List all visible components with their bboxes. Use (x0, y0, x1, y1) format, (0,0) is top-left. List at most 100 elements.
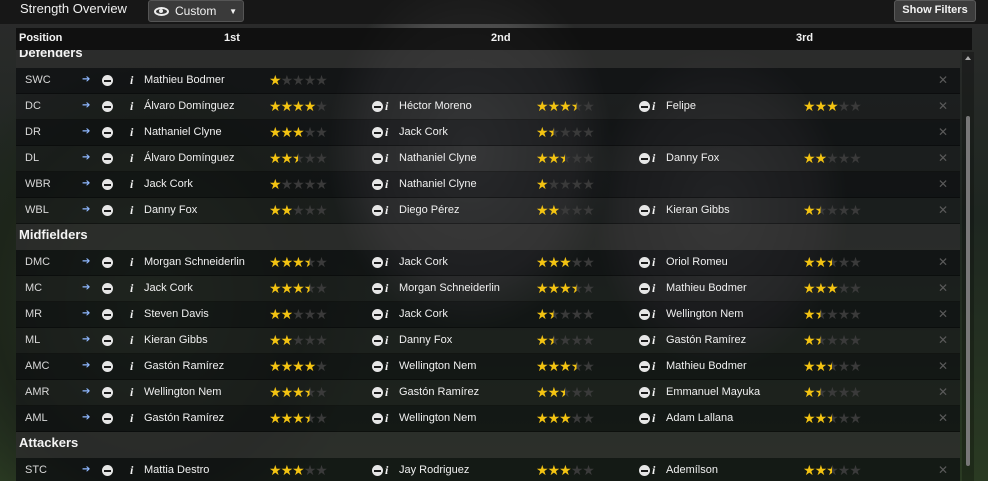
remove-icon[interactable] (102, 101, 113, 112)
go-to-arrow-icon[interactable]: ➔ (82, 256, 90, 267)
clear-icon[interactable]: ✕ (938, 73, 948, 87)
clear-icon[interactable]: ✕ (938, 359, 948, 373)
info-icon[interactable]: i (130, 333, 133, 348)
remove-icon[interactable] (639, 465, 650, 476)
go-to-arrow-icon[interactable]: ➔ (82, 334, 90, 345)
remove-icon[interactable] (102, 153, 113, 164)
info-icon[interactable]: i (130, 255, 133, 270)
player-name[interactable]: Kieran Gibbs (144, 334, 208, 346)
remove-icon[interactable] (639, 257, 650, 268)
view-dropdown[interactable]: Custom ▼ (148, 0, 244, 22)
remove-icon[interactable] (372, 335, 383, 346)
column-first[interactable]: 1st (224, 32, 240, 44)
info-icon[interactable]: i (652, 203, 655, 218)
go-to-arrow-icon[interactable]: ➔ (82, 74, 90, 85)
player-name[interactable]: Emmanuel Mayuka (666, 386, 760, 398)
column-third[interactable]: 3rd (796, 32, 813, 44)
remove-icon[interactable] (102, 127, 113, 138)
remove-icon[interactable] (102, 413, 113, 424)
player-name[interactable]: Gastón Ramírez (144, 412, 224, 424)
clear-icon[interactable]: ✕ (938, 281, 948, 295)
remove-icon[interactable] (372, 153, 383, 164)
remove-icon[interactable] (639, 205, 650, 216)
info-icon[interactable]: i (385, 151, 388, 166)
player-name[interactable]: Nathaniel Clyne (399, 178, 477, 190)
clear-icon[interactable]: ✕ (938, 385, 948, 399)
info-icon[interactable]: i (130, 307, 133, 322)
player-name[interactable]: Gastón Ramírez (666, 334, 746, 346)
player-name[interactable]: Nathaniel Clyne (144, 126, 222, 138)
info-icon[interactable]: i (385, 99, 388, 114)
clear-icon[interactable]: ✕ (938, 411, 948, 425)
info-icon[interactable]: i (130, 125, 133, 140)
remove-icon[interactable] (102, 465, 113, 476)
remove-icon[interactable] (102, 179, 113, 190)
player-name[interactable]: Adam Lallana (666, 412, 733, 424)
remove-icon[interactable] (372, 309, 383, 320)
remove-icon[interactable] (372, 179, 383, 190)
go-to-arrow-icon[interactable]: ➔ (82, 412, 90, 423)
info-icon[interactable]: i (130, 385, 133, 400)
remove-icon[interactable] (102, 309, 113, 320)
info-icon[interactable]: i (652, 411, 655, 426)
player-name[interactable]: Danny Fox (666, 152, 719, 164)
player-name[interactable]: Kieran Gibbs (666, 204, 730, 216)
info-icon[interactable]: i (652, 255, 655, 270)
player-name[interactable]: Felipe (666, 100, 696, 112)
player-name[interactable]: Jay Rodriguez (399, 464, 469, 476)
remove-icon[interactable] (102, 361, 113, 372)
info-icon[interactable]: i (652, 281, 655, 296)
remove-icon[interactable] (639, 283, 650, 294)
player-name[interactable]: Mathieu Bodmer (666, 360, 747, 372)
info-icon[interactable]: i (385, 333, 388, 348)
remove-icon[interactable] (639, 335, 650, 346)
player-name[interactable]: Wellington Nem (144, 386, 221, 398)
go-to-arrow-icon[interactable]: ➔ (82, 178, 90, 189)
remove-icon[interactable] (372, 387, 383, 398)
info-icon[interactable]: i (385, 463, 388, 478)
clear-icon[interactable]: ✕ (938, 125, 948, 139)
player-name[interactable]: Jack Cork (399, 256, 448, 268)
go-to-arrow-icon[interactable]: ➔ (82, 126, 90, 137)
info-icon[interactable]: i (652, 359, 655, 374)
clear-icon[interactable]: ✕ (938, 255, 948, 269)
info-icon[interactable]: i (385, 385, 388, 400)
info-icon[interactable]: i (130, 73, 133, 88)
player-name[interactable]: Jack Cork (399, 308, 448, 320)
info-icon[interactable]: i (385, 359, 388, 374)
player-name[interactable]: Héctor Moreno (399, 100, 472, 112)
go-to-arrow-icon[interactable]: ➔ (82, 360, 90, 371)
info-icon[interactable]: i (130, 463, 133, 478)
player-name[interactable]: Morgan Schneiderlin (399, 282, 500, 294)
vertical-scrollbar[interactable] (962, 52, 974, 481)
info-icon[interactable]: i (130, 359, 133, 374)
remove-icon[interactable] (372, 283, 383, 294)
go-to-arrow-icon[interactable]: ➔ (82, 152, 90, 163)
remove-icon[interactable] (639, 309, 650, 320)
clear-icon[interactable]: ✕ (938, 463, 948, 477)
player-name[interactable]: Steven Davis (144, 308, 209, 320)
player-name[interactable]: Jack Cork (399, 126, 448, 138)
info-icon[interactable]: i (652, 385, 655, 400)
info-icon[interactable]: i (652, 151, 655, 166)
info-icon[interactable]: i (130, 177, 133, 192)
info-icon[interactable]: i (385, 411, 388, 426)
clear-icon[interactable]: ✕ (938, 307, 948, 321)
go-to-arrow-icon[interactable]: ➔ (82, 386, 90, 397)
player-name[interactable]: Mattia Destro (144, 464, 209, 476)
go-to-arrow-icon[interactable]: ➔ (82, 100, 90, 111)
remove-icon[interactable] (639, 413, 650, 424)
player-name[interactable]: Morgan Schneiderlin (144, 256, 245, 268)
info-icon[interactable]: i (385, 177, 388, 192)
player-name[interactable]: Gastón Ramírez (144, 360, 224, 372)
player-name[interactable]: Nathaniel Clyne (399, 152, 477, 164)
remove-icon[interactable] (639, 101, 650, 112)
player-name[interactable]: Mathieu Bodmer (666, 282, 747, 294)
remove-icon[interactable] (372, 413, 383, 424)
remove-icon[interactable] (372, 205, 383, 216)
remove-icon[interactable] (372, 257, 383, 268)
info-icon[interactable]: i (130, 99, 133, 114)
player-name[interactable]: Ademílson (666, 464, 718, 476)
remove-icon[interactable] (102, 205, 113, 216)
remove-icon[interactable] (639, 153, 650, 164)
